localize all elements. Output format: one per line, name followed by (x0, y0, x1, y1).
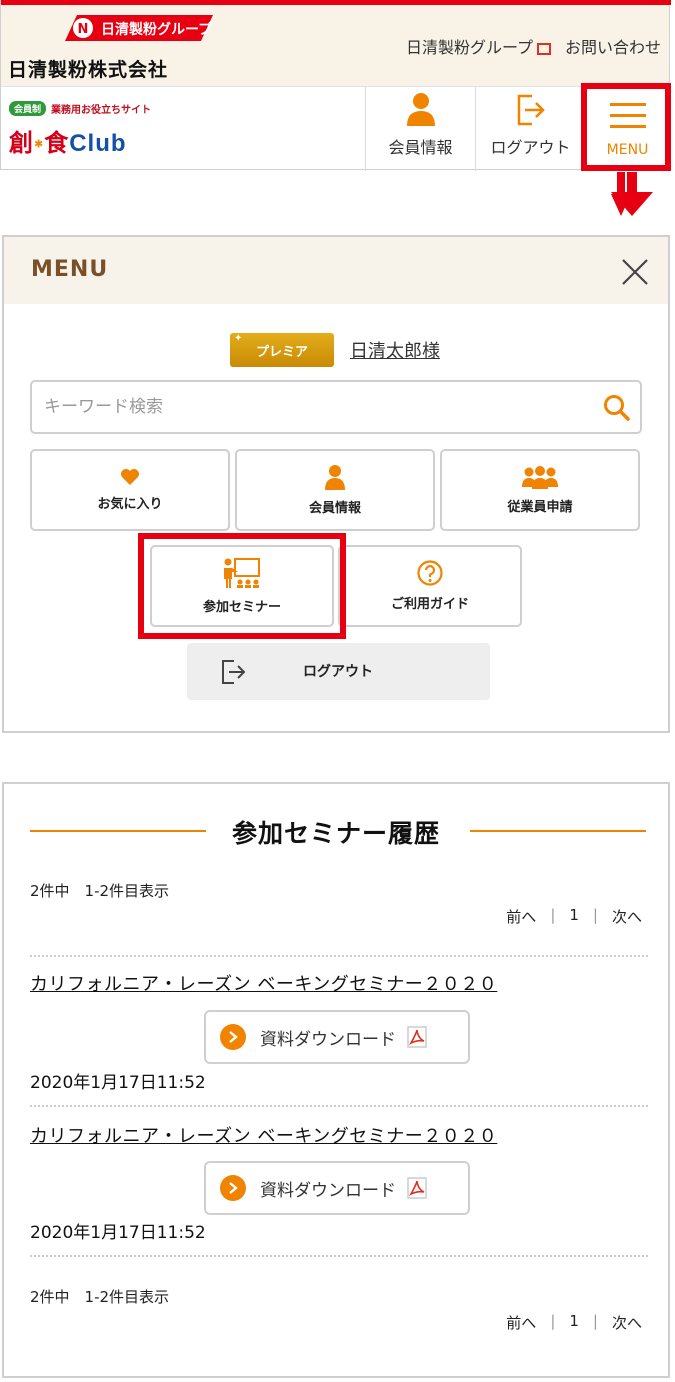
menu-title: MENU (31, 257, 109, 282)
logout-icon (222, 660, 246, 684)
logo-star-icon: ✱ (34, 137, 45, 151)
site-badge: 会員制 業務用お役立ちサイト (9, 101, 151, 116)
chevron-right-icon (220, 1024, 246, 1050)
premium-badge: ✦ プレミア (230, 333, 334, 367)
menu-panel: MENU ✦ プレミア 日清太郎様 お気に入り 会員情報 (2, 235, 670, 733)
site-header: N 日清製粉グループ 日清製粉株式会社 日清製粉グループ お問い合わせ 会員制 … (0, 0, 671, 171)
pager-prev[interactable]: 前へ (506, 906, 536, 927)
top-links: 日清製粉グループ お問い合わせ (406, 34, 661, 58)
tile-favorites[interactable]: お気に入り (30, 449, 230, 531)
divider (30, 955, 648, 957)
header-top-band: N 日清製粉グループ 日清製粉株式会社 日清製粉グループ お問い合わせ (1, 5, 669, 86)
members-only-badge: 会員制 (9, 101, 47, 116)
pager-page[interactable]: 1 (569, 1312, 579, 1333)
search-icon[interactable] (603, 394, 631, 422)
pager-next[interactable]: 次へ (612, 1312, 642, 1333)
pager-prev[interactable]: 前へ (506, 1312, 536, 1333)
contact-link[interactable]: お問い合わせ (565, 34, 661, 58)
nisshin-group-logo[interactable]: N 日清製粉グループ (63, 14, 213, 42)
user-name-link[interactable]: 日清太郎様 (350, 337, 440, 363)
header-nav-band: 会員制 業務用お役立ちサイト 創✱食Club 会員情報 ログアウト MENU (1, 86, 669, 171)
sparkle-icon: ✦ (234, 333, 243, 344)
pager-next[interactable]: 次へ (612, 906, 642, 927)
nav-member-info-button[interactable]: 会員情報 (365, 87, 475, 171)
pdf-icon (407, 1026, 427, 1048)
tile-employee-application[interactable]: 従業員申請 (440, 449, 640, 531)
result-count-top: 2件中 1-2件目表示 (30, 882, 170, 900)
seminar-date: 2020年1月17日11:52 (30, 1073, 206, 1093)
download-button[interactable]: 資料ダウンロード (204, 1161, 470, 1215)
svg-text:N: N (78, 22, 89, 37)
corporate-name: 日清製粉株式会社 (8, 59, 169, 81)
nav-logout-button[interactable]: ログアウト (475, 87, 585, 171)
soushoku-club-logo[interactable]: 創✱食Club (9, 123, 127, 158)
site-tagline: 業務用お役立ちサイト (51, 105, 152, 116)
close-icon[interactable] (620, 257, 650, 287)
history-title: 参加セミナー履歴 (231, 819, 440, 848)
group-link[interactable]: 日清製粉グループ (406, 34, 551, 58)
divider (30, 1105, 648, 1107)
logo-banner-text: 日清製粉グループ (101, 21, 213, 38)
tile-member-info[interactable]: 会員情報 (235, 449, 435, 531)
logout-icon (517, 94, 545, 126)
search-input[interactable] (44, 392, 584, 422)
person-icon (325, 465, 345, 490)
menu-button-highlight (581, 83, 671, 171)
group-icon (522, 466, 558, 489)
seminar-history-panel: 参加セミナー履歴 2件中 1-2件目表示 前へ | 1 | 次へ カリフォルニア… (2, 782, 670, 1378)
divider (30, 1255, 648, 1257)
person-icon (406, 93, 435, 126)
menu-logout-button[interactable]: ログアウト (187, 643, 490, 700)
result-count-bottom: 2件中 1-2件目表示 (30, 1288, 170, 1306)
seminar-title-link[interactable]: カリフォルニア・レーズン ベーキングセミナー２０２０ (30, 1122, 497, 1148)
tile-user-guide[interactable]: ご利用ガイド (338, 545, 522, 627)
seminar-date: 2020年1月17日11:52 (30, 1223, 206, 1243)
menu-header: MENU (4, 237, 668, 304)
heart-icon (121, 469, 139, 485)
download-button[interactable]: 資料ダウンロード (204, 1010, 470, 1064)
arrow-down-icon (611, 172, 653, 216)
seminar-tile-highlight (138, 533, 346, 639)
search-box (30, 380, 642, 434)
pager-page[interactable]: 1 (569, 906, 579, 927)
question-icon (417, 560, 443, 586)
chevron-right-icon (220, 1175, 246, 1201)
seminar-title-link[interactable]: カリフォルニア・レーズン ベーキングセミナー２０２０ (30, 970, 497, 996)
pdf-icon (407, 1177, 427, 1199)
pager-bottom: 前へ | 1 | 次へ (506, 1312, 642, 1333)
pager-top: 前へ | 1 | 次へ (506, 906, 642, 927)
external-link-icon (536, 42, 551, 55)
user-row: ✦ プレミア 日清太郎様 (230, 333, 440, 367)
